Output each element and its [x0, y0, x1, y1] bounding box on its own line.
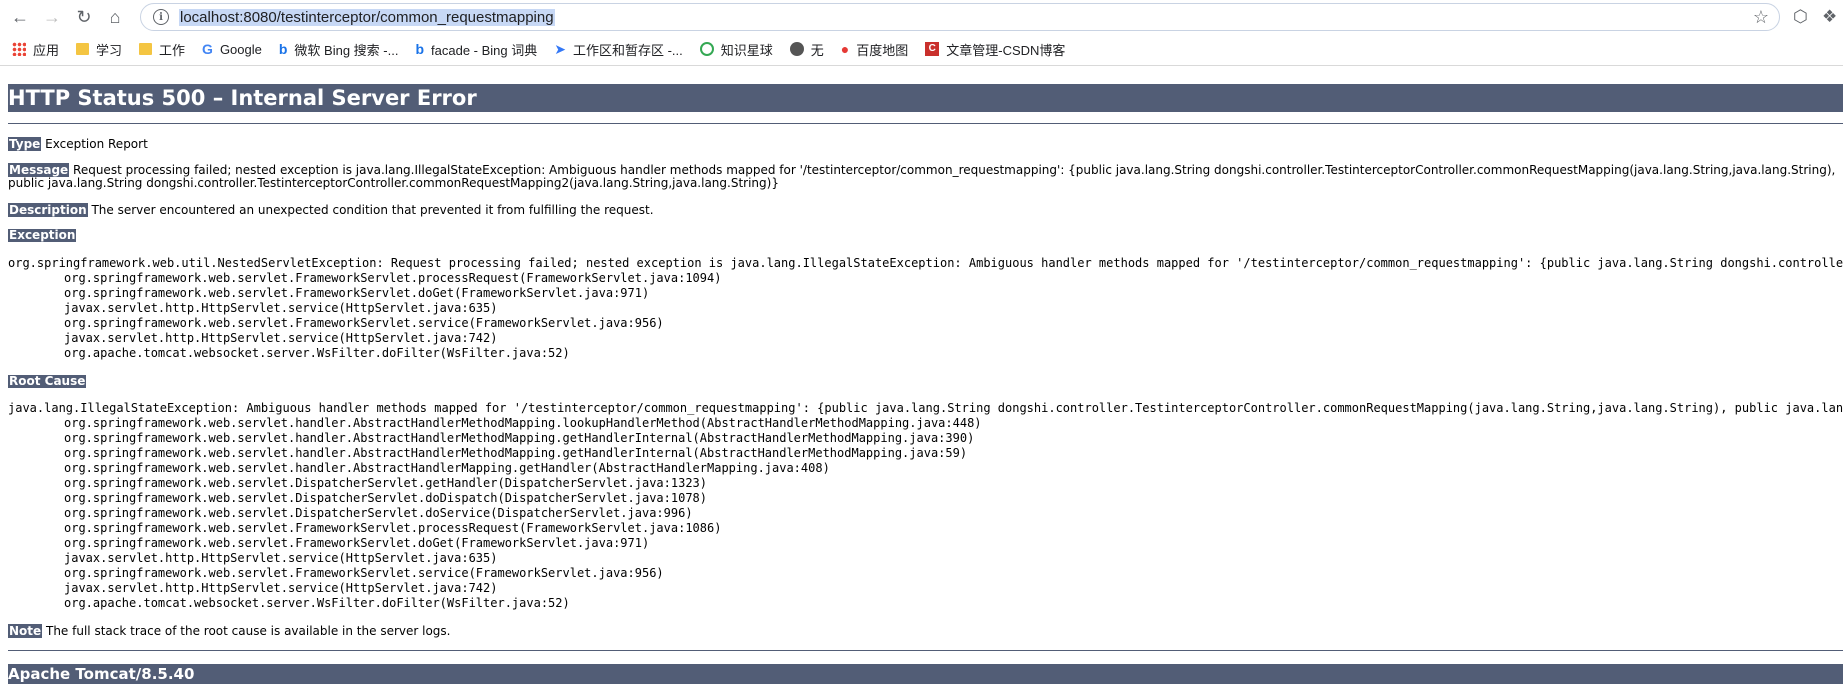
trace-line: org.springframework.web.servlet.Framewor…: [64, 271, 722, 285]
description-label: Description: [8, 203, 88, 217]
type-value: Exception Report: [45, 137, 148, 151]
trace-line: javax.servlet.http.HttpServlet.service(H…: [64, 301, 498, 315]
trace-line: org.springframework.web.util.NestedServl…: [8, 256, 1843, 270]
exception-heading-row: Exception: [8, 229, 1838, 242]
trace-line: javax.servlet.http.HttpServlet.service(H…: [64, 581, 498, 595]
site-info-icon[interactable]: i: [153, 9, 169, 25]
bookmark-none[interactable]: 无: [789, 40, 824, 59]
description-value: The server encountered an unexpected con…: [91, 203, 654, 217]
bookmark-bing-search[interactable]: b 微软 Bing 搜索 -...: [279, 40, 399, 59]
reload-icon[interactable]: ↻: [70, 3, 98, 31]
bookmark-google[interactable]: G Google: [202, 41, 262, 57]
bookmark-baidu-map[interactable]: ● 百度地图: [841, 40, 908, 59]
bookmark-label: 文章管理-CSDN博客: [946, 42, 1066, 58]
message-label: Message: [8, 163, 70, 177]
page-title: HTTP Status 500 – Internal Server Error: [8, 84, 1843, 112]
address-bar[interactable]: i localhost:8080/testinterceptor/common_…: [140, 3, 1780, 31]
bookmark-label: 微软 Bing 搜索 -...: [294, 42, 399, 58]
bookmark-bing-dict[interactable]: b facade - Bing 词典: [415, 40, 537, 59]
extension-hexagon-icon[interactable]: ⬡: [1793, 7, 1808, 27]
divider: [8, 123, 1843, 124]
extensions-puzzle-icon[interactable]: ❖: [1822, 7, 1837, 27]
exception-label: Exception: [8, 228, 77, 242]
bookmark-study[interactable]: 学习: [76, 40, 122, 59]
trace-line: org.springframework.web.servlet.Dispatch…: [64, 506, 693, 520]
trace-line: org.springframework.web.servlet.Framewor…: [64, 286, 650, 300]
type-label: Type: [8, 137, 42, 151]
root-cause-heading-row: Root Cause: [8, 375, 1838, 388]
globe-icon: [789, 42, 804, 56]
bookmark-label: 工作: [159, 42, 186, 58]
trace-line: org.springframework.web.servlet.Dispatch…: [64, 491, 707, 505]
root-cause-trace: java.lang.IllegalStateException: Ambiguo…: [8, 401, 1843, 611]
bookmark-label: Google: [219, 41, 262, 57]
trace-line: org.springframework.web.servlet.handler.…: [64, 416, 982, 430]
apps-grid-icon: [12, 42, 26, 56]
trace-line: javax.servlet.http.HttpServlet.service(H…: [64, 551, 498, 565]
bookmark-knowledge-planet[interactable]: 知识星球: [699, 40, 773, 59]
pin-icon: ➤: [554, 40, 566, 57]
bing-icon: b: [415, 41, 425, 57]
trace-line: org.springframework.web.servlet.handler.…: [64, 431, 975, 445]
trace-line: org.springframework.web.servlet.Framewor…: [64, 536, 650, 550]
divider: [8, 650, 1843, 651]
csdn-icon: C: [925, 42, 940, 56]
bookmark-git-workspace[interactable]: ➤ 工作区和暂存区 -...: [554, 40, 683, 59]
trace-line: org.springframework.web.servlet.handler.…: [64, 461, 830, 475]
bookmark-work[interactable]: 工作: [139, 40, 185, 59]
home-icon[interactable]: ⌂: [101, 3, 129, 31]
trace-line: org.apache.tomcat.websocket.server.WsFil…: [64, 596, 570, 610]
forward-arrow-icon[interactable]: →: [38, 3, 66, 31]
note-label: Note: [8, 624, 43, 638]
browser-toolbar: ← → ↻ ⌂ i localhost:8080/testinterceptor…: [0, 0, 1843, 34]
bookmark-label: 知识星球: [720, 42, 773, 58]
type-row: Type Exception Report: [8, 137, 1838, 151]
note-value: The full stack trace of the root cause i…: [46, 624, 451, 638]
folder-icon: [139, 43, 153, 55]
bookmark-label: 学习: [96, 42, 123, 58]
google-icon: G: [202, 41, 213, 57]
folder-icon: [76, 43, 90, 55]
message-row: Message Request processing failed; neste…: [8, 163, 1838, 190]
back-arrow-icon[interactable]: ←: [6, 3, 34, 31]
trace-line: org.apache.tomcat.websocket.server.WsFil…: [64, 346, 570, 360]
root-cause-label: Root Cause: [8, 374, 87, 388]
bookmark-csdn[interactable]: C 文章管理-CSDN博客: [925, 40, 1065, 59]
trace-line: javax.servlet.http.HttpServlet.service(H…: [64, 331, 498, 345]
bookmark-apps[interactable]: 应用: [12, 40, 59, 59]
bookmark-label: facade - Bing 词典: [431, 42, 538, 58]
bookmark-label: 百度地图: [856, 42, 909, 58]
bookmark-star-icon[interactable]: ☆: [1753, 7, 1769, 28]
trace-line: org.springframework.web.servlet.Framewor…: [64, 316, 664, 330]
trace-line: org.springframework.web.servlet.handler.…: [64, 446, 968, 460]
exception-trace: org.springframework.web.util.NestedServl…: [8, 256, 1843, 361]
trace-line: org.springframework.web.servlet.Framewor…: [64, 566, 664, 580]
bookmark-label: 工作区和暂存区 -...: [572, 42, 683, 58]
url-text[interactable]: localhost:8080/testinterceptor/common_re…: [179, 8, 555, 26]
trace-line: org.springframework.web.servlet.Dispatch…: [64, 476, 707, 490]
trace-line: java.lang.IllegalStateException: Ambiguo…: [8, 401, 1843, 415]
message-value: Request processing failed; nested except…: [8, 163, 1836, 190]
description-row: Description The server encountered an un…: [8, 203, 1838, 217]
note-row: Note The full stack trace of the root ca…: [8, 624, 1838, 638]
ring-icon: [699, 42, 714, 56]
server-footer: Apache Tomcat/8.5.40: [8, 664, 1843, 684]
trace-line: org.springframework.web.servlet.Framewor…: [64, 521, 722, 535]
bookmark-label: 无: [810, 42, 824, 58]
map-pin-icon: ●: [840, 41, 850, 57]
bing-icon: b: [278, 41, 288, 57]
chrome-divider: [0, 65, 1843, 66]
bookmark-label: 应用: [33, 42, 60, 58]
error-page: HTTP Status 500 – Internal Server Error: [8, 84, 1843, 112]
bookmarks-bar: 应用 学习 工作 G Google b 微软 Bing 搜索 -... b fa…: [0, 36, 1843, 62]
